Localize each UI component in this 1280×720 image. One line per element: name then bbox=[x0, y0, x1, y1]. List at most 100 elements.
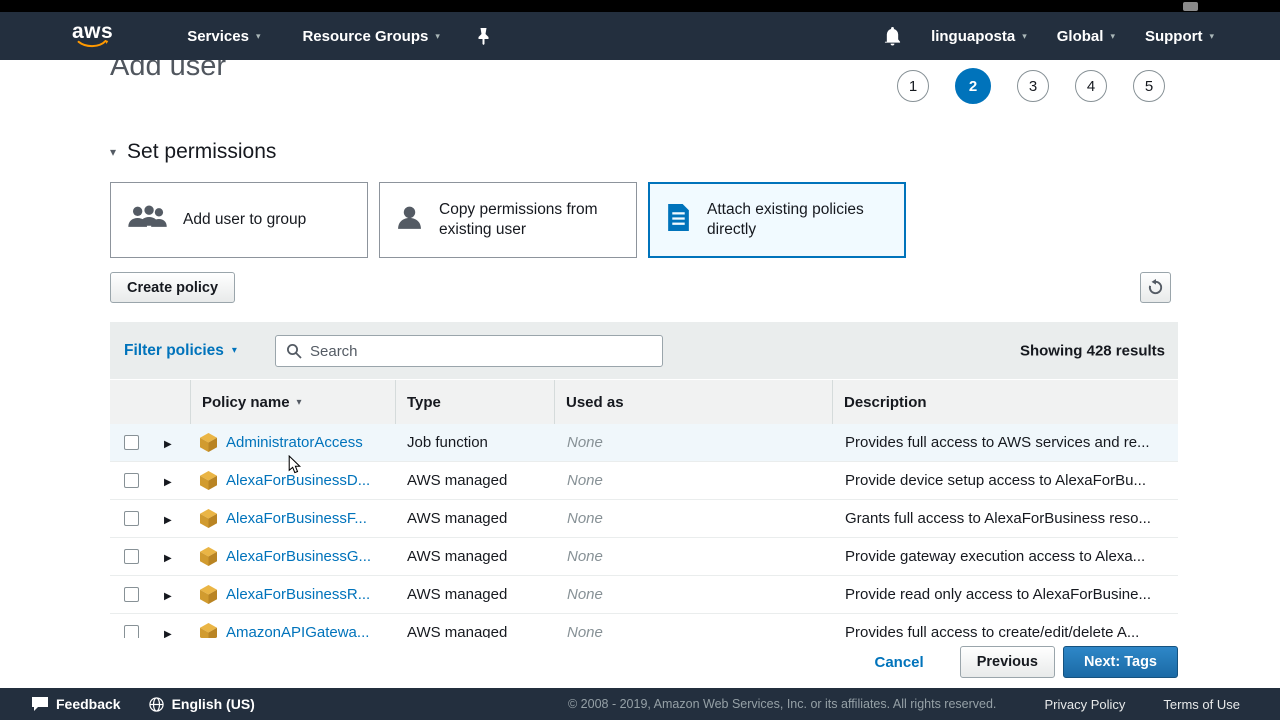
expand-row-icon[interactable]: ▶ bbox=[152, 439, 172, 450]
policy-cube-icon bbox=[200, 623, 217, 638]
step-2-active: 2 bbox=[955, 68, 991, 104]
policy-name-link[interactable]: AlexaForBusinessD... bbox=[226, 472, 370, 489]
terms-of-use-link[interactable]: Terms of Use bbox=[1163, 697, 1240, 712]
header-description-label: Description bbox=[844, 394, 927, 411]
search-input[interactable] bbox=[310, 343, 652, 360]
step-1: 1 bbox=[897, 70, 929, 102]
permission-option-cards: Add user to group Copy permissions from … bbox=[110, 182, 906, 258]
expand-row-icon[interactable]: ▶ bbox=[152, 515, 172, 526]
nav-account-label: linguaposta bbox=[931, 28, 1015, 45]
window-control-icon[interactable] bbox=[1183, 2, 1198, 11]
refresh-button[interactable] bbox=[1140, 272, 1171, 303]
policy-type: AWS managed bbox=[395, 510, 554, 527]
table-row[interactable]: ▶ AlexaForBusinessF... AWS managed None … bbox=[110, 500, 1178, 538]
nav-resource-groups-label: Resource Groups bbox=[302, 28, 428, 45]
set-permissions-heading[interactable]: ▾ Set permissions bbox=[110, 140, 276, 164]
privacy-policy-link[interactable]: Privacy Policy bbox=[1045, 697, 1126, 712]
header-used-as: Used as bbox=[554, 380, 832, 424]
nav-support-label: Support bbox=[1145, 28, 1203, 45]
expand-row-icon[interactable]: ▶ bbox=[152, 477, 172, 488]
policy-description: Provide gateway execution access to Alex… bbox=[832, 548, 1178, 565]
chevron-down-icon: ▾ bbox=[256, 31, 261, 42]
policy-description: Provide read only access to AlexaForBusi… bbox=[832, 586, 1178, 603]
browser-titlebar bbox=[0, 0, 1280, 12]
nav-region-menu[interactable]: Global ▾ bbox=[1057, 28, 1115, 45]
language-selector[interactable]: English (US) bbox=[149, 696, 255, 712]
header-policy-name[interactable]: Policy name ▾ bbox=[190, 380, 395, 424]
policy-name-link[interactable]: AlexaForBusinessF... bbox=[226, 510, 367, 527]
policy-cube-icon bbox=[200, 547, 217, 566]
policy-filter-bar: Filter policies ▾ Showing 428 results bbox=[110, 322, 1178, 379]
card-add-user-to-group[interactable]: Add user to group bbox=[110, 182, 368, 258]
filter-policies-dropdown[interactable]: Filter policies ▾ bbox=[124, 342, 237, 360]
policy-description: Provide device setup access to AlexaForB… bbox=[832, 472, 1178, 489]
table-row[interactable]: ▶ AlexaForBusinessR... AWS managed None … bbox=[110, 576, 1178, 614]
policy-used-as: None bbox=[554, 586, 832, 603]
policy-document-icon bbox=[666, 203, 691, 237]
aws-logo[interactable]: aws bbox=[72, 23, 113, 49]
console-footer: Feedback English (US) © 2008 - 2019, Ama… bbox=[0, 688, 1280, 720]
header-expander-column bbox=[152, 380, 190, 424]
header-type-label: Type bbox=[407, 394, 441, 411]
feedback-bubble-icon bbox=[32, 697, 48, 711]
row-checkbox[interactable] bbox=[124, 435, 139, 450]
row-checkbox[interactable] bbox=[124, 511, 139, 526]
expand-row-icon[interactable]: ▶ bbox=[152, 629, 172, 639]
policy-description: Grants full access to AlexaForBusiness r… bbox=[832, 510, 1178, 527]
chevron-down-icon: ▾ bbox=[1022, 31, 1027, 42]
header-used-as-label: Used as bbox=[566, 394, 624, 411]
header-policy-name-label: Policy name bbox=[202, 394, 290, 411]
policy-name-link[interactable]: AmazonAPIGatewa... bbox=[226, 624, 369, 638]
results-count: Showing 428 results bbox=[1020, 342, 1165, 359]
cancel-button[interactable]: Cancel bbox=[874, 654, 923, 671]
table-row[interactable]: ▶ AmazonAPIGatewa... AWS managed None Pr… bbox=[110, 614, 1178, 638]
policy-type: AWS managed bbox=[395, 586, 554, 603]
chevron-down-icon: ▾ bbox=[232, 345, 237, 356]
card-label: Attach existing policies directly bbox=[707, 200, 885, 240]
nav-account-menu[interactable]: linguaposta ▾ bbox=[931, 28, 1027, 45]
create-policy-button[interactable]: Create policy bbox=[110, 272, 235, 303]
chevron-down-icon: ▾ bbox=[1110, 31, 1115, 42]
nav-support-menu[interactable]: Support ▾ bbox=[1145, 28, 1214, 45]
expand-row-icon[interactable]: ▶ bbox=[152, 553, 172, 564]
row-checkbox[interactable] bbox=[124, 473, 139, 488]
policy-type: Job function bbox=[395, 434, 554, 451]
expand-row-icon[interactable]: ▶ bbox=[152, 591, 172, 602]
feedback-button[interactable]: Feedback bbox=[32, 696, 121, 712]
policy-used-as: None bbox=[554, 548, 832, 565]
next-tags-button[interactable]: Next: Tags bbox=[1063, 646, 1178, 678]
language-label: English (US) bbox=[172, 696, 255, 712]
header-description: Description bbox=[832, 380, 1178, 424]
policy-name-link[interactable]: AlexaForBusinessR... bbox=[226, 586, 370, 603]
policy-cube-icon bbox=[200, 433, 217, 452]
aws-logo-text: aws bbox=[72, 23, 113, 40]
table-row[interactable]: ▶ AlexaForBusinessG... AWS managed None … bbox=[110, 538, 1178, 576]
nav-resource-groups-menu[interactable]: Resource Groups ▾ bbox=[302, 28, 439, 45]
policy-type: AWS managed bbox=[395, 624, 554, 638]
row-checkbox[interactable] bbox=[124, 587, 139, 602]
page-content: Add user 1 2 3 4 5 ▾ Set permissions bbox=[0, 60, 1280, 688]
previous-button[interactable]: Previous bbox=[960, 646, 1055, 678]
copyright-text: © 2008 - 2019, Amazon Web Services, Inc.… bbox=[568, 697, 996, 711]
search-icon bbox=[286, 343, 302, 359]
policy-name-link[interactable]: AdministratorAccess bbox=[226, 434, 363, 451]
wizard-action-bar: Cancel Previous Next: Tags bbox=[874, 646, 1178, 678]
card-attach-existing-policies[interactable]: Attach existing policies directly bbox=[648, 182, 906, 258]
header-type: Type bbox=[395, 380, 554, 424]
chevron-down-icon: ▾ bbox=[435, 31, 440, 42]
policy-type: AWS managed bbox=[395, 548, 554, 565]
policy-used-as: None bbox=[554, 624, 832, 638]
notifications-bell-icon[interactable] bbox=[884, 27, 901, 46]
table-row[interactable]: ▶ AlexaForBusinessD... AWS managed None … bbox=[110, 462, 1178, 500]
pin-icon[interactable] bbox=[476, 27, 491, 45]
table-row[interactable]: ▶ AdministratorAccess Job function None … bbox=[110, 424, 1178, 462]
policy-cube-icon bbox=[200, 585, 217, 604]
row-checkbox[interactable] bbox=[124, 625, 139, 638]
row-checkbox[interactable] bbox=[124, 549, 139, 564]
nav-services-menu[interactable]: Services ▾ bbox=[187, 28, 260, 45]
card-copy-permissions[interactable]: Copy permissions from existing user bbox=[379, 182, 637, 258]
nav-region-label: Global bbox=[1057, 28, 1104, 45]
policy-name-link[interactable]: AlexaForBusinessG... bbox=[226, 548, 371, 565]
policies-table: Policy name ▾ Type Used as Description ▶… bbox=[110, 380, 1178, 638]
page-title: Add user bbox=[110, 60, 226, 83]
